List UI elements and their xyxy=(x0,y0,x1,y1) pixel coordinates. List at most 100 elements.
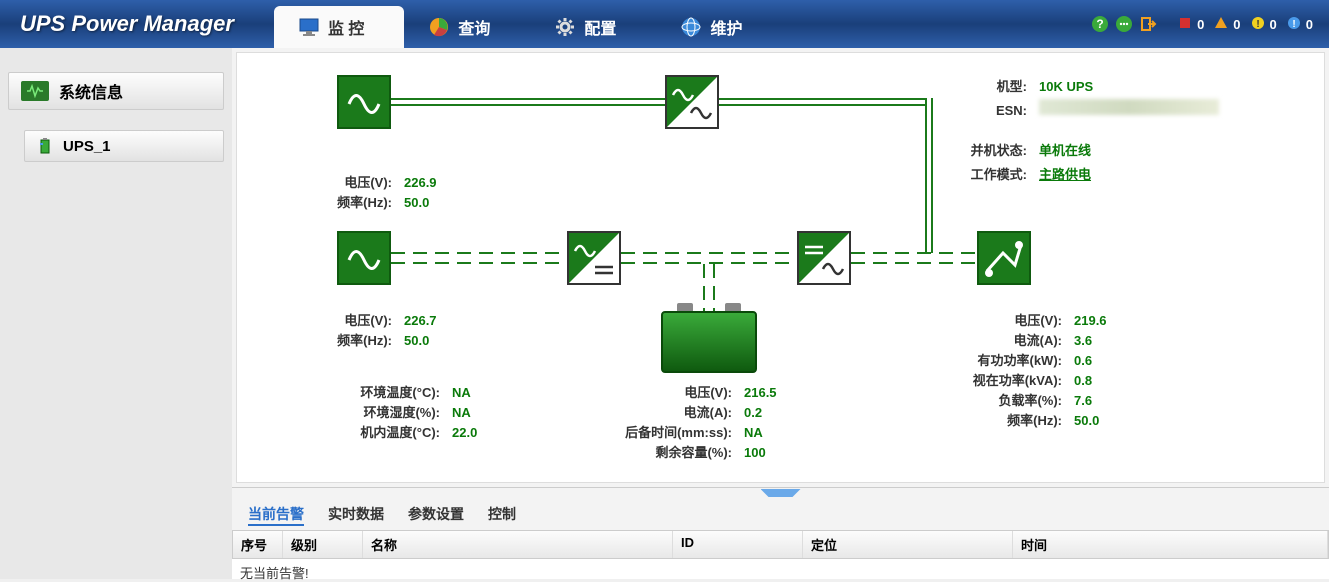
btab-control[interactable]: 控制 xyxy=(488,504,516,526)
col-level: 级别 xyxy=(283,531,363,558)
out-kw-value: 0.6 xyxy=(1074,351,1114,371)
device-info: 机型:10K UPS ESN: 并机状态:单机在线 工作模式:主路供电 xyxy=(967,75,1219,187)
bypass-freq-value: 50.0 xyxy=(404,193,444,213)
collapse-handle[interactable] xyxy=(232,488,1329,498)
env-temp-value: NA xyxy=(452,383,492,403)
monitor-icon xyxy=(298,16,320,38)
alarm-minor[interactable]: ! 0 xyxy=(1251,16,1277,32)
batt-current-value: 0.2 xyxy=(744,403,784,423)
input-voltage-label: 电压(V): xyxy=(322,311,392,331)
out-freq-label: 频率(Hz): xyxy=(967,411,1062,431)
line-main-3 xyxy=(851,252,977,264)
logout-icon[interactable] xyxy=(1138,14,1158,34)
nav-tab-maint[interactable]: 维护 xyxy=(656,6,782,48)
alarm-critical-icon xyxy=(1178,16,1194,32)
svg-text:?: ? xyxy=(1096,17,1103,31)
alarm-count: 0 xyxy=(1306,17,1313,32)
sidebar-item-label: UPS_1 xyxy=(63,138,111,155)
model-label: 机型: xyxy=(967,75,1027,99)
battery-data: 电压(V):216.5 电流(A):0.2 后备时间(mm:ss):NA 剩余容… xyxy=(617,383,784,463)
input-source-block xyxy=(337,231,391,285)
env-inttemp-label: 机内温度(°C): xyxy=(345,423,440,443)
inverter-block xyxy=(797,231,851,285)
input-data: 电压(V): 226.7 频率(Hz): 50.0 xyxy=(322,311,444,351)
input-freq-value: 50.0 xyxy=(404,331,444,351)
batt-backup-value: NA xyxy=(744,423,784,443)
out-current-value: 3.6 xyxy=(1074,331,1114,351)
mode-value[interactable]: 主路供电 xyxy=(1039,163,1091,187)
batt-current-label: 电流(A): xyxy=(617,403,732,423)
header-right: ? 0 0 ! 0 ! 0 xyxy=(1090,0,1329,48)
load-block xyxy=(977,231,1031,285)
alarm-count: 0 xyxy=(1270,17,1277,32)
btab-params[interactable]: 参数设置 xyxy=(408,504,464,526)
line-main-1 xyxy=(391,252,567,264)
env-inttemp-value: 22.0 xyxy=(452,423,492,443)
parallel-label: 并机状态: xyxy=(967,139,1027,163)
out-voltage-label: 电压(V): xyxy=(967,311,1062,331)
main-area: 电压(V): 226.9 频率(Hz): 50.0 xyxy=(232,48,1329,579)
mode-label: 工作模式: xyxy=(967,163,1027,187)
bypass-data: 电压(V): 226.9 频率(Hz): 50.0 xyxy=(322,173,444,213)
alarm-table-header: 序号 级别 名称 ID 定位 时间 xyxy=(232,530,1329,559)
col-name: 名称 xyxy=(363,531,673,558)
alarm-critical[interactable]: 0 xyxy=(1178,16,1204,32)
btab-realtime[interactable]: 实时数据 xyxy=(328,504,384,526)
line-bypass-2 xyxy=(719,98,929,106)
esn-value-redacted xyxy=(1039,99,1219,115)
alarm-info-icon: ! xyxy=(1287,16,1303,32)
sidebar-item-ups1[interactable]: UPS_1 xyxy=(24,130,224,162)
out-kva-label: 视在功率(kVA): xyxy=(967,371,1062,391)
bypass-voltage-value: 226.9 xyxy=(404,173,444,193)
batt-remain-value: 100 xyxy=(744,443,784,463)
line-battery xyxy=(703,264,715,312)
env-data: 环境温度(°C): NA 环境湿度(%): NA 机内温度(°C): 22.0 xyxy=(345,383,492,443)
alarm-info[interactable]: ! 0 xyxy=(1287,16,1313,32)
output-data: 电压(V): 219.6 电流(A): 3.6 有功功率(kW): 0.6 视在功率(… xyxy=(967,311,1114,431)
battery-block xyxy=(661,311,757,373)
chat-icon[interactable] xyxy=(1114,14,1134,34)
line-bypass-3 xyxy=(925,98,933,253)
out-load-value: 7.6 xyxy=(1074,391,1114,411)
col-seq: 序号 xyxy=(233,531,283,558)
line-main-2 xyxy=(621,252,797,264)
bypass-source-block xyxy=(337,75,391,129)
col-loc: 定位 xyxy=(803,531,1013,558)
out-voltage-value: 219.6 xyxy=(1074,311,1114,331)
sidebar-header[interactable]: 系统信息 xyxy=(8,72,224,110)
sidebar-header-label: 系统信息 xyxy=(59,79,123,103)
help-icon[interactable]: ? xyxy=(1090,14,1110,34)
env-temp-label: 环境温度(°C): xyxy=(345,383,440,403)
parallel-value: 单机在线 xyxy=(1039,139,1091,163)
input-voltage-value: 226.7 xyxy=(404,311,444,331)
env-hum-label: 环境湿度(%): xyxy=(345,403,440,423)
alarm-minor-icon: ! xyxy=(1251,16,1267,32)
alarm-major[interactable]: 0 xyxy=(1214,16,1240,32)
out-kw-label: 有功功率(kW): xyxy=(967,351,1062,371)
batt-remain-label: 剩余容量(%): xyxy=(617,443,732,463)
bottom-tabs: 当前告警 实时数据 参数设置 控制 xyxy=(232,498,1329,530)
alarm-counters: 0 0 ! 0 ! 0 xyxy=(1178,16,1313,32)
system-icon xyxy=(21,81,49,101)
nav-tab-config[interactable]: 配置 xyxy=(530,6,656,48)
bottom-section: 当前告警 实时数据 参数设置 控制 序号 级别 名称 ID 定位 时间 无当前告… xyxy=(232,487,1329,579)
nav-tab-label: 配置 xyxy=(584,15,616,39)
diagram-panel: 电压(V): 226.9 频率(Hz): 50.0 xyxy=(236,52,1325,483)
bypass-voltage-label: 电压(V): xyxy=(322,173,392,193)
gear-icon xyxy=(554,16,576,38)
svg-text:!: ! xyxy=(1256,19,1259,30)
esn-label: ESN: xyxy=(967,99,1027,123)
out-load-label: 负载率(%): xyxy=(967,391,1062,411)
bypass-switch-block xyxy=(665,75,719,129)
nav-tab-label: 查询 xyxy=(458,15,490,39)
nav-tab-query[interactable]: 查询 xyxy=(404,6,530,48)
nav-tab-label: 监 控 xyxy=(328,15,364,39)
svg-text:!: ! xyxy=(1292,19,1295,30)
btab-alarm[interactable]: 当前告警 xyxy=(248,504,304,526)
nav-tab-monitor[interactable]: 监 控 xyxy=(274,6,404,48)
env-hum-value: NA xyxy=(452,403,492,423)
input-freq-label: 频率(Hz): xyxy=(322,331,392,351)
out-current-label: 电流(A): xyxy=(967,331,1062,351)
bypass-freq-label: 频率(Hz): xyxy=(322,193,392,213)
out-freq-value: 50.0 xyxy=(1074,411,1114,431)
